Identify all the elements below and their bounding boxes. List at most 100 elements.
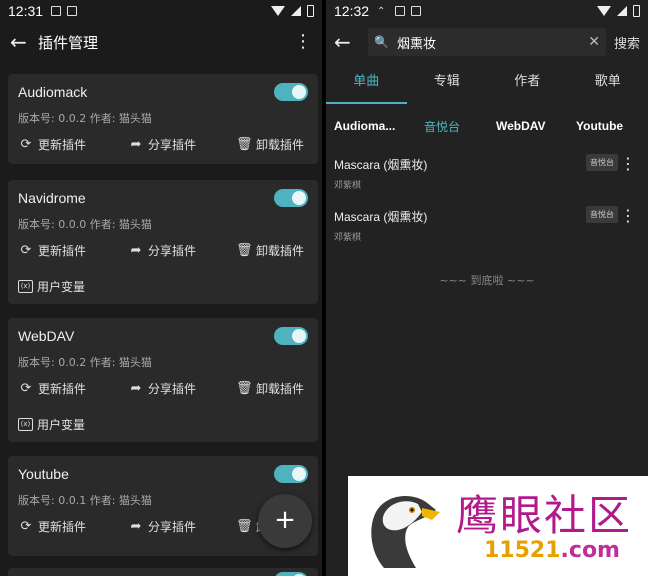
share-plugin-button[interactable]: ➦ 分享插件 bbox=[128, 518, 196, 535]
tab-albums[interactable]: 专辑 bbox=[407, 62, 488, 104]
uninstall-plugin-label: 卸载插件 bbox=[256, 138, 305, 152]
update-plugin-label: 更新插件 bbox=[38, 382, 87, 396]
watermark-url-number: 11521 bbox=[484, 538, 561, 563]
plugin-name: WebDAV bbox=[18, 328, 75, 344]
notification-icon bbox=[411, 6, 422, 16]
tab-songs[interactable]: 单曲 bbox=[326, 62, 407, 104]
refresh-icon: ⟳ bbox=[20, 137, 32, 152]
add-plugin-fab[interactable]: + bbox=[258, 494, 312, 548]
status-time: 12:32 bbox=[334, 3, 370, 19]
variables-icon: (x) bbox=[18, 418, 33, 431]
notification-icon bbox=[67, 6, 78, 16]
plugin-tab-webdav[interactable]: WebDAV bbox=[496, 119, 546, 133]
more-options-icon[interactable]: ⋮ bbox=[620, 156, 636, 172]
more-options-icon[interactable]: ⋮ bbox=[620, 208, 636, 224]
uninstall-plugin-button[interactable]: 🗑 卸载插件 bbox=[236, 136, 304, 153]
plugin-meta: 版本号: 0.0.1 作者: 猫头猫 bbox=[18, 494, 152, 507]
share-plugin-label: 分享插件 bbox=[148, 244, 197, 258]
user-variables-label: 用户变量 bbox=[37, 418, 86, 432]
plugin-card-navidrome: Navidrome 版本号: 0.0.0 作者: 猫头猫 ⟳ 更新插件 ➦ 分享插件… bbox=[8, 180, 318, 304]
plugin-enable-toggle[interactable] bbox=[274, 83, 308, 101]
tab-playlists[interactable]: 歌单 bbox=[568, 62, 648, 104]
back-arrow-icon[interactable]: ← bbox=[334, 30, 362, 54]
refresh-icon: ⟳ bbox=[20, 519, 32, 534]
share-plugin-button[interactable]: ➦ 分享插件 bbox=[128, 242, 196, 259]
plugin-tab-yinyuetai[interactable]: 音悦台 bbox=[424, 118, 460, 135]
user-variables-button[interactable]: (x) 用户变量 bbox=[18, 278, 85, 295]
notification-icon bbox=[51, 6, 62, 16]
watermark-url-domain: .com bbox=[560, 538, 620, 563]
wifi-icon bbox=[597, 6, 611, 16]
song-title: Mascara (烟熏妆) bbox=[334, 210, 428, 224]
plugin-enable-toggle[interactable] bbox=[274, 572, 308, 576]
plugin-name: Audiomack bbox=[18, 84, 88, 100]
status-bar: 12:31 bbox=[0, 0, 322, 22]
more-menu-icon[interactable]: ⋮ bbox=[294, 33, 312, 51]
result-type-tabs: 单曲 专辑 作者 歌单 bbox=[326, 62, 648, 104]
trash-icon: 🗑 bbox=[236, 137, 253, 152]
plugin-tab-audiomack[interactable]: Audioma... bbox=[334, 119, 395, 133]
plugin-enable-toggle[interactable] bbox=[274, 327, 308, 345]
user-variables-button[interactable]: (x) 用户变量 bbox=[18, 416, 85, 433]
plugin-enable-toggle[interactable] bbox=[274, 465, 308, 483]
update-plugin-button[interactable]: ⟳ 更新插件 bbox=[18, 242, 86, 259]
page-title: 插件管理 bbox=[38, 33, 99, 52]
end-of-list-text: ~~~ 到底啦 ~~~ bbox=[439, 274, 535, 287]
variables-icon: (x) bbox=[18, 280, 33, 293]
plugin-name: Youtube bbox=[18, 466, 69, 482]
plugin-meta: 版本号: 0.0.2 作者: 猫头猫 bbox=[18, 356, 152, 369]
plugin-tab-youtube[interactable]: Youtube bbox=[576, 119, 623, 133]
update-plugin-button[interactable]: ⟳ 更新插件 bbox=[18, 136, 86, 153]
plugin-card-webdav: WebDAV 版本号: 0.0.2 作者: 猫头猫 ⟳ 更新插件 ➦ 分享插件 🗑 卸… bbox=[8, 318, 318, 442]
source-badge: 音悦台 bbox=[586, 206, 618, 223]
search-result-item[interactable]: Mascara (烟熏妆) 邓紫棋 音悦台 ⋮ bbox=[326, 204, 648, 252]
uninstall-plugin-button[interactable]: 🗑 卸载插件 bbox=[236, 242, 304, 259]
tab-artists[interactable]: 作者 bbox=[487, 62, 568, 104]
share-icon: ➦ bbox=[130, 243, 142, 258]
search-query: 烟熏妆 bbox=[396, 36, 436, 52]
update-plugin-button[interactable]: ⟳ 更新插件 bbox=[18, 518, 86, 535]
back-arrow-icon[interactable]: ← bbox=[10, 30, 38, 54]
user-variables-label: 用户变量 bbox=[37, 280, 86, 294]
app-bar: ← 插件管理 ⋮ bbox=[0, 22, 322, 62]
share-icon: ➦ bbox=[130, 519, 142, 534]
update-plugin-button[interactable]: ⟳ 更新插件 bbox=[18, 380, 86, 397]
plugin-card-partial bbox=[8, 568, 318, 576]
share-plugin-button[interactable]: ➦ 分享插件 bbox=[128, 136, 196, 153]
battery-icon bbox=[307, 5, 314, 17]
search-bar: ← 🔍 烟熏妆 ✕ 搜索 bbox=[326, 22, 648, 62]
notification-icon: ⌃ bbox=[377, 6, 386, 17]
refresh-icon: ⟳ bbox=[20, 381, 32, 396]
search-input[interactable]: 🔍 烟熏妆 ✕ bbox=[368, 28, 606, 56]
share-icon: ➦ bbox=[130, 137, 142, 152]
search-result-item[interactable]: Mascara (烟熏妆) 邓紫棋 音悦台 ⋮ bbox=[326, 152, 648, 200]
status-bar: 12:32 ⌃ bbox=[326, 0, 648, 22]
site-watermark: 鹰眼社区 11521.com bbox=[348, 476, 648, 576]
song-artist: 邓紫棋 bbox=[334, 181, 362, 191]
trash-icon: 🗑 bbox=[236, 243, 253, 258]
signal-icon bbox=[291, 6, 301, 16]
signal-icon bbox=[617, 6, 627, 16]
source-badge: 音悦台 bbox=[586, 154, 618, 171]
clear-icon[interactable]: ✕ bbox=[588, 34, 600, 50]
trash-icon: 🗑 bbox=[236, 519, 253, 534]
eagle-logo-icon bbox=[371, 496, 440, 568]
uninstall-plugin-label: 卸载插件 bbox=[256, 382, 305, 396]
search-button[interactable]: 搜索 bbox=[614, 33, 640, 52]
uninstall-plugin-button[interactable]: 🗑 卸载插件 bbox=[236, 380, 304, 397]
plugin-manager-screen: 12:31 ← 插件管理 ⋮ Audiomack 版本号: 0.0.2 作者: … bbox=[0, 0, 322, 576]
plugin-enable-toggle[interactable] bbox=[274, 189, 308, 207]
share-plugin-label: 分享插件 bbox=[148, 520, 197, 534]
watermark-url: 11521.com bbox=[484, 538, 620, 563]
search-icon: 🔍 bbox=[374, 35, 389, 49]
share-plugin-label: 分享插件 bbox=[148, 382, 197, 396]
trash-icon: 🗑 bbox=[236, 381, 253, 396]
plugin-name: Navidrome bbox=[18, 190, 86, 206]
refresh-icon: ⟳ bbox=[20, 243, 32, 258]
share-plugin-button[interactable]: ➦ 分享插件 bbox=[128, 380, 196, 397]
wifi-icon bbox=[271, 6, 285, 16]
update-plugin-label: 更新插件 bbox=[38, 520, 87, 534]
plugin-meta: 版本号: 0.0.2 作者: 猫头猫 bbox=[18, 112, 152, 125]
update-plugin-label: 更新插件 bbox=[38, 244, 87, 258]
plugin-source-tabs: Audioma... 音悦台 WebDAV Youtube bbox=[326, 112, 648, 140]
